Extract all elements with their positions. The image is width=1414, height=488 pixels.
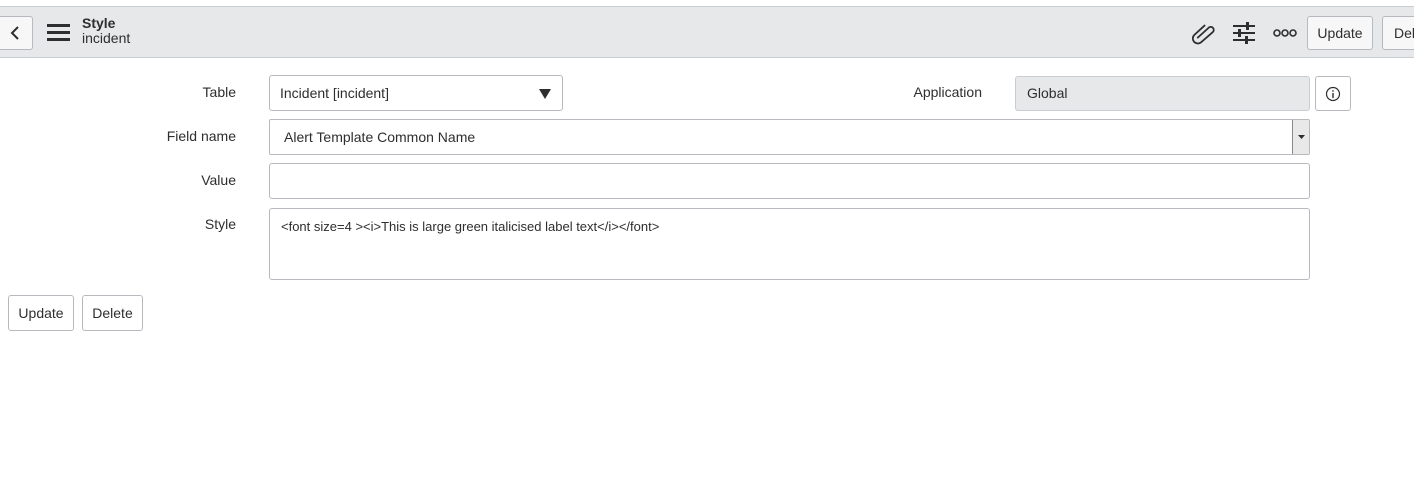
more-options-button[interactable] <box>1271 19 1299 47</box>
field-name-label: Field name <box>166 128 236 144</box>
field-name-select-value: Alert Template Common Name <box>284 129 476 145</box>
value-label: Value <box>201 172 236 188</box>
header-title-block: Style incident <box>82 16 130 46</box>
dropdown-arrow-icon <box>1297 135 1305 139</box>
table-select-value: Incident [incident] <box>280 85 389 101</box>
form-header: Style incident Update Delete <box>0 6 1414 58</box>
header-delete-button[interactable]: Delete <box>1382 16 1414 50</box>
dropdown-arrow-icon <box>539 89 551 99</box>
table-select[interactable]: Incident [incident] <box>269 75 563 111</box>
personalize-form-button[interactable] <box>1230 19 1258 47</box>
paperclip-icon <box>1191 24 1215 45</box>
style-textarea-text: <font size=4 ><i>This is large green ita… <box>281 219 660 234</box>
more-icon <box>1273 29 1297 37</box>
hamburger-menu-icon[interactable] <box>47 23 70 42</box>
footer-delete-button[interactable]: Delete <box>82 295 143 331</box>
header-update-button[interactable]: Update <box>1307 16 1373 50</box>
sliders-icon <box>1233 22 1255 44</box>
info-icon <box>1325 86 1341 101</box>
back-button[interactable] <box>0 16 33 50</box>
footer-update-button[interactable]: Update <box>8 295 74 331</box>
style-label: Style <box>204 216 236 232</box>
application-field: Global <box>1015 76 1310 111</box>
field-name-select[interactable]: Alert Template Common Name <box>269 119 1310 155</box>
chevron-left-icon <box>10 26 19 40</box>
application-value: Global <box>1027 85 1068 101</box>
table-label: Table <box>202 84 236 100</box>
application-label: Application <box>913 84 983 100</box>
application-info-button[interactable] <box>1315 76 1351 111</box>
attachment-button[interactable] <box>1190 19 1218 47</box>
style-textarea[interactable]: <font size=4 ><i>This is large green ita… <box>269 208 1310 280</box>
page-subtitle: incident <box>82 30 131 46</box>
value-input[interactable] <box>269 163 1310 199</box>
field-name-dropdown-button[interactable] <box>1292 120 1309 154</box>
page-title: Style <box>82 15 116 31</box>
